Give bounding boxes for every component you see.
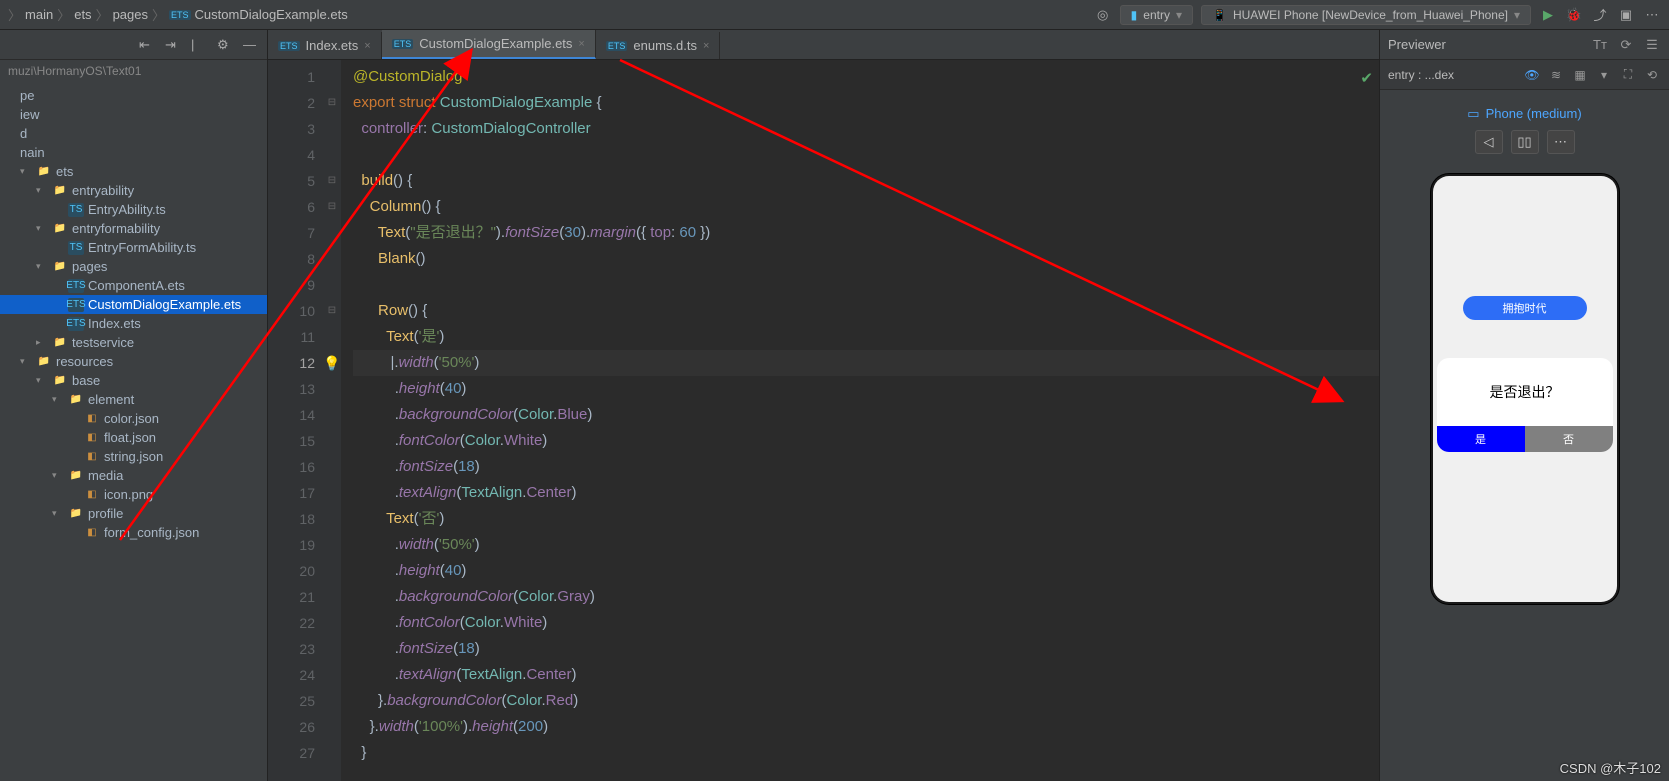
- watermark: CSDN @木子102: [1560, 758, 1661, 777]
- run-icon[interactable]: ▶: [1539, 6, 1557, 24]
- tree-item[interactable]: TSEntryFormAbility.ts: [0, 238, 267, 257]
- editor-tab[interactable]: ETSenums.d.ts×: [596, 32, 721, 59]
- project-tree[interactable]: peiewdnain▾📁ets▾📁entryabilityTSEntryAbil…: [0, 82, 267, 542]
- dialog-text: 是否退出？: [1437, 358, 1613, 426]
- layers-icon[interactable]: ≋: [1547, 66, 1565, 84]
- crumb-file[interactable]: CustomDialogExample.ets: [195, 7, 348, 22]
- project-path: muzi\HormanyOS\Text01: [0, 60, 267, 82]
- top-bar: 〉main 〉ets 〉pages 〉ETS CustomDialogExamp…: [0, 0, 1669, 30]
- tree-item[interactable]: ▸📁testservice: [0, 333, 267, 352]
- ets-icon: ETS: [606, 41, 628, 51]
- sidebar-toolbar: ⇤ ⇥ | ⚙ —: [0, 30, 267, 60]
- tree-item[interactable]: ▾📁ets: [0, 162, 267, 181]
- analysis-ok-icon[interactable]: ✔: [1360, 66, 1373, 92]
- tree-item[interactable]: ▾📁base: [0, 371, 267, 390]
- editor-tab[interactable]: ETSIndex.ets×: [268, 32, 382, 59]
- lightbulb-icon[interactable]: 💡: [323, 350, 340, 376]
- tree-item[interactable]: ◧icon.png: [0, 485, 267, 504]
- tree-item[interactable]: ◧float.json: [0, 428, 267, 447]
- tree-item[interactable]: nain: [0, 143, 267, 162]
- ets-icon: ETS: [278, 41, 300, 51]
- tree-item[interactable]: d: [0, 124, 267, 143]
- tree-item[interactable]: ▾📁profile: [0, 504, 267, 523]
- previewer-header: Previewer Tᴛ ⟳ ☰: [1380, 30, 1669, 60]
- ets-icon: ETS: [169, 10, 191, 20]
- device-frame: 拥抱时代 是否退出？ 是 否: [1431, 174, 1619, 604]
- preview-entry[interactable]: entry : ...dex: [1388, 68, 1454, 82]
- font-size-icon[interactable]: Tᴛ: [1591, 36, 1609, 54]
- tree-item[interactable]: ▾📁media: [0, 466, 267, 485]
- ets-icon: ETS: [392, 39, 414, 49]
- tree-item[interactable]: ◧color.json: [0, 409, 267, 428]
- gutter: 1234567891011121314151617181920212223242…: [268, 60, 323, 781]
- crumb-main[interactable]: main: [25, 7, 53, 22]
- tree-item[interactable]: ▾📁element: [0, 390, 267, 409]
- refresh-icon[interactable]: ⟳: [1617, 36, 1635, 54]
- fold-column[interactable]: ⊟ ⊟⊟ ⊟: [323, 60, 341, 781]
- tree-item[interactable]: TSEntryAbility.ts: [0, 200, 267, 219]
- crumb-pages[interactable]: pages: [113, 7, 148, 22]
- profiler-icon[interactable]: ⤴: [1591, 6, 1609, 24]
- eye-icon[interactable]: 👁: [1523, 66, 1541, 84]
- toolbar-right: ◎ ▮entry ▾ 📱HUAWEI Phone [NewDevice_from…: [1094, 5, 1661, 25]
- grid-icon[interactable]: ▦: [1571, 66, 1589, 84]
- divider-icon: |: [191, 37, 207, 53]
- dialog-no-button[interactable]: 否: [1525, 426, 1613, 452]
- settings-icon[interactable]: ☰: [1643, 36, 1661, 54]
- editor-tab[interactable]: ETSCustomDialogExample.ets×: [382, 30, 596, 59]
- more-icon[interactable]: ⋯: [1643, 6, 1661, 24]
- dialog-yes-button[interactable]: 是: [1437, 426, 1525, 452]
- tree-item[interactable]: ◧form_config.json: [0, 523, 267, 542]
- tree-item[interactable]: pe: [0, 86, 267, 105]
- previewer-title: Previewer: [1388, 37, 1446, 52]
- tree-item[interactable]: ▾📁resources: [0, 352, 267, 371]
- tree-item[interactable]: iew: [0, 105, 267, 124]
- indent-icon[interactable]: ⇥: [165, 37, 181, 53]
- project-sidebar: ⇤ ⇥ | ⚙ — muzi\HormanyOS\Text01 peiewdna…: [0, 30, 268, 781]
- tree-item[interactable]: ▾📁pages: [0, 257, 267, 276]
- tree-item[interactable]: ◧string.json: [0, 447, 267, 466]
- device-label: ▭ Phone (medium): [1380, 90, 1669, 130]
- code-view[interactable]: ✔ @CustomDialogexport struct CustomDialo…: [341, 60, 1379, 781]
- phone-icon: ▭: [1467, 106, 1479, 122]
- tree-item[interactable]: ETSIndex.ets: [0, 314, 267, 333]
- more-button[interactable]: ⋯: [1547, 130, 1575, 154]
- gear-icon[interactable]: ⚙: [217, 37, 233, 53]
- tree-item[interactable]: ▾📁entryformability: [0, 219, 267, 238]
- chevron-down-icon[interactable]: ▾: [1595, 66, 1613, 84]
- tree-item[interactable]: ETSComponentA.ets: [0, 276, 267, 295]
- device-screen[interactable]: 拥抱时代 是否退出？ 是 否: [1433, 176, 1617, 602]
- back-button[interactable]: ◁: [1475, 130, 1503, 154]
- target-icon[interactable]: ◎: [1094, 6, 1112, 24]
- rotate-icon[interactable]: ⟲: [1643, 66, 1661, 84]
- previewer-panel: Previewer Tᴛ ⟳ ☰ entry : ...dex 👁 ≋ ▦ ▾ …: [1379, 30, 1669, 781]
- device-selector[interactable]: 📱HUAWEI Phone [NewDevice_from_Huawei_Pho…: [1201, 5, 1531, 25]
- minimize-icon[interactable]: —: [243, 37, 259, 53]
- app-main-button[interactable]: 拥抱时代: [1463, 296, 1587, 320]
- close-icon[interactable]: ×: [703, 40, 709, 52]
- preview-dialog: 是否退出？ 是 否: [1437, 358, 1613, 452]
- tree-item[interactable]: ▾📁entryability: [0, 181, 267, 200]
- rotate-button[interactable]: ▯▯: [1511, 130, 1539, 154]
- device-controls: ◁ ▯▯ ⋯: [1380, 130, 1669, 154]
- outdent-icon[interactable]: ⇤: [139, 37, 155, 53]
- editor-tabs: ETSIndex.ets×ETSCustomDialogExample.ets×…: [268, 30, 1379, 60]
- tree-item[interactable]: ETSCustomDialogExample.ets: [0, 295, 267, 314]
- debug-icon[interactable]: 🐞: [1565, 6, 1583, 24]
- module-selector[interactable]: ▮entry ▾: [1120, 5, 1193, 25]
- previewer-subheader: entry : ...dex 👁 ≋ ▦ ▾ ⛶ ⟲: [1380, 60, 1669, 90]
- breadcrumbs: 〉main 〉ets 〉pages 〉ETS CustomDialogExamp…: [8, 5, 348, 24]
- editor-panel: ETSIndex.ets×ETSCustomDialogExample.ets×…: [268, 30, 1379, 781]
- close-icon[interactable]: ×: [364, 40, 370, 52]
- close-icon[interactable]: ×: [578, 38, 584, 50]
- fit-icon[interactable]: ⛶: [1619, 66, 1637, 84]
- attach-icon[interactable]: ▣: [1617, 6, 1635, 24]
- crumb-ets[interactable]: ets: [74, 7, 91, 22]
